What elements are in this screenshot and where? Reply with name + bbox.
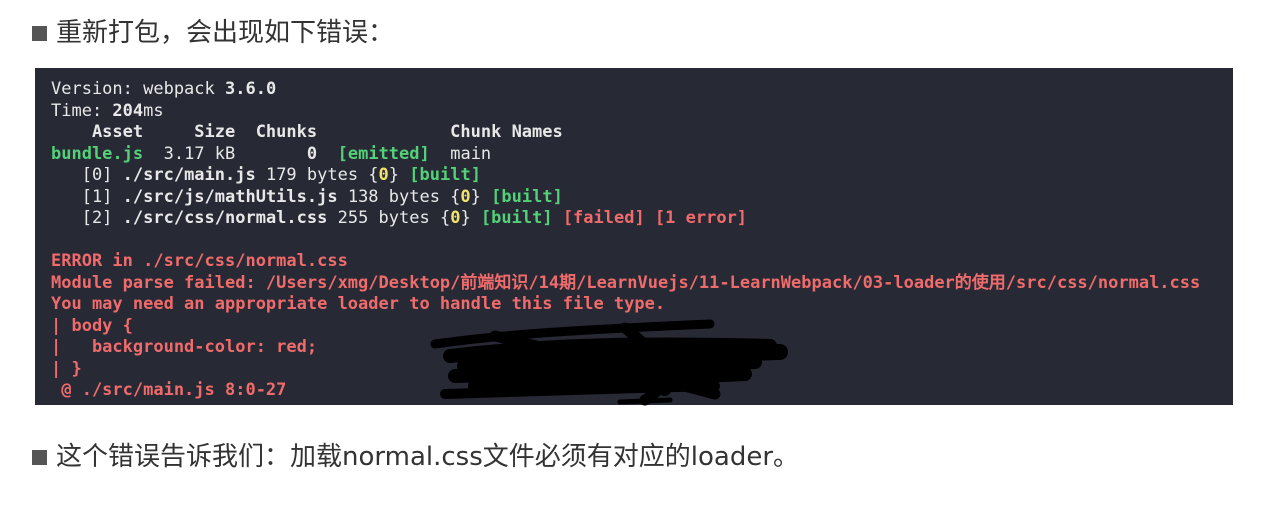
module-size: 179 bytes { [255,165,379,185]
version-line: Version: webpack 3.6.0 [51,78,276,100]
error-location-line: @ ./src/main.js 8:0-27 [51,380,287,400]
intro-text: 重新打包，会出现如下错误： [56,18,395,48]
version-label: Version: webpack [51,79,225,99]
intro-bullet: 重新打包，会出现如下错误： [32,16,394,50]
time-line: Time: 204ms [51,100,164,122]
bullet-square-icon [32,449,47,465]
code-line: | background-color: red; [51,337,318,357]
version-value: 3.6.0 [225,79,277,99]
error-hint-line: You may need an appropriate loader to ha… [51,294,666,314]
bundle-status: [emitted] [337,144,430,164]
conclusion-bullet: 这个错误告诉我们：加载normal.css文件必须有对应的loader。 [32,440,799,474]
module-chunk: 0 [378,165,389,185]
code-line: | body { [51,316,133,336]
module-row: [2] ./src/css/normal.css 255 bytes {0} [… [51,207,747,229]
module-built: [built] [409,165,481,185]
module-size: 255 bytes { [327,208,451,228]
module-built: [built] [480,208,553,228]
module-close: } [460,208,481,228]
module-row: [0] ./src/main.js 179 bytes {0} [built] [51,164,481,186]
module-chunk: 0 [450,208,461,228]
module-error-flags: [failed] [1 error] [552,208,748,228]
module-index: [1] [51,187,123,207]
module-close: } [388,165,410,185]
bundle-chunk-name: main [429,144,492,164]
bundle-size: 3.17 kB [143,144,307,164]
module-built: [built] [491,187,563,207]
bundle-name: bundle.js [51,144,144,164]
bundle-chunk: 0 [306,144,318,164]
time-label: Time: [51,101,113,121]
module-path: ./src/css/normal.css [122,208,328,228]
module-index: [0] [51,165,123,185]
bundle-row: bundle.js 3.17 kB 0 [emitted] main [51,143,491,165]
code-line: | } [51,359,82,379]
redaction-scribble-icon [430,319,788,406]
time-unit: ms [143,101,164,121]
module-path: ./src/main.js [122,165,256,185]
module-path: ./src/js/mathUtils.js [122,187,338,207]
module-index: [2] [51,208,123,228]
time-value: 204 [112,101,144,121]
error-heading: ERROR in ./src/css/normal.css [51,251,348,271]
module-chunk: 0 [460,187,471,207]
module-close: } [470,187,492,207]
bullet-square-icon [32,25,47,41]
module-row: [1] ./src/js/mathUtils.js 138 bytes {0} … [51,186,563,208]
module-size: 138 bytes { [337,187,461,207]
conclusion-text: 这个错误告诉我们：加载normal.css文件必须有对应的loader。 [56,442,800,472]
error-module-parse-line: Module parse failed: /Users/xmg/Desktop/… [51,273,1201,293]
table-header: Asset Size Chunks Chunk Names [51,122,563,142]
